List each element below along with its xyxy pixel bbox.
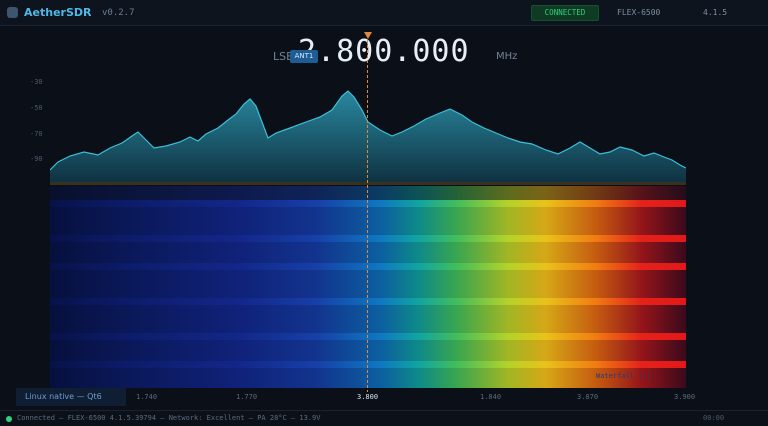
freq-axis-label: 1.740 [136,393,158,401]
connection-dot-icon [6,416,12,422]
antenna-button[interactable]: ANT1 [290,50,318,63]
frequency-display[interactable]: 2.800.000 [298,34,470,69]
app-version: v0.2.7 [102,8,135,18]
freq-axis-label: 3.800 [357,393,379,401]
tuning-center-line [367,40,368,392]
freq-axis-label: 1.840 [480,393,502,401]
tuning-marker-icon[interactable] [364,32,372,39]
platform-tag: Linux native — Qt6 [16,388,126,406]
waterfall-label: Waterfall 1:1 [596,372,651,380]
radio-model-label: FLEX-6500 [617,8,661,17]
connection-status-badge: CONNECTED [531,5,599,21]
frequency-unit: MHz [496,51,518,62]
app-title: AetherSDR [24,6,92,19]
freq-axis-label: 1.770 [236,393,258,401]
db-label: -30 [30,78,43,86]
freq-axis-label: 3.900 [674,393,696,401]
status-clock: 00:00 [703,414,725,422]
db-label: -90 [30,155,43,163]
db-label: -50 [30,104,43,112]
title-bar: AetherSDR v0.2.7 CONNECTED FLEX-6500 4.1… [0,0,768,26]
firmware-version-label: 4.1.5 [703,8,728,17]
db-label: -70 [30,130,43,138]
app-logo-icon [7,7,18,18]
status-bar: Connected — FLEX-6500 4.1.5.39794 — Netw… [0,410,768,426]
status-text: Connected — FLEX-6500 4.1.5.39794 — Netw… [17,414,321,422]
freq-axis-label: 3.870 [577,393,599,401]
